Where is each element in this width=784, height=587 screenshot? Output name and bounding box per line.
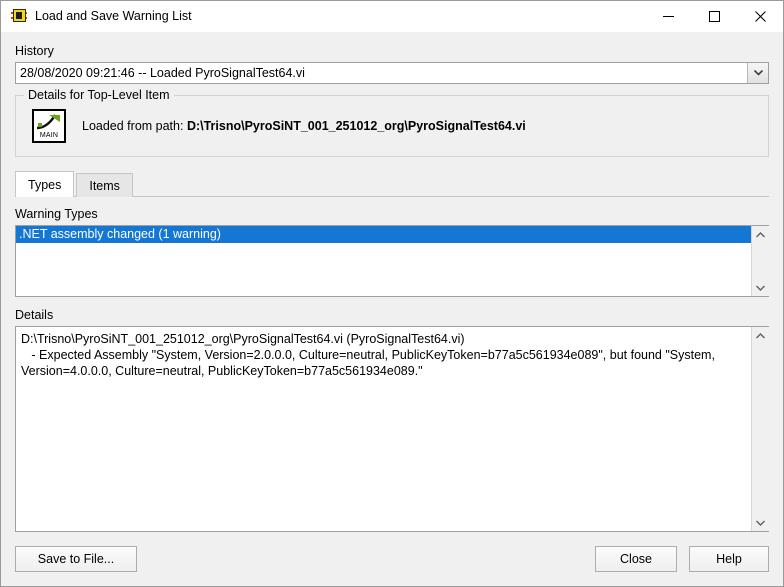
minimize-icon bbox=[662, 15, 674, 17]
loaded-from-path-value: D:\Trisno\PyroSiNT_001_251012_org\PyroSi… bbox=[186, 119, 526, 133]
scroll-up-button[interactable] bbox=[751, 327, 769, 344]
scroll-down-button[interactable] bbox=[751, 279, 769, 296]
tabs-section: Types Items bbox=[15, 171, 769, 197]
warning-types-label: Warning Types bbox=[15, 207, 98, 221]
dialog-window: Load and Save Warning List History 28/08… bbox=[0, 0, 784, 587]
tab-items[interactable]: Items bbox=[76, 173, 133, 197]
warning-types-scrollbar[interactable] bbox=[751, 226, 769, 296]
vi-graph-icon bbox=[36, 114, 60, 130]
warning-types-items: .NET assembly changed (1 warning) bbox=[16, 226, 751, 296]
details-label: Details bbox=[15, 308, 54, 322]
chevron-down-icon bbox=[755, 285, 765, 291]
chevron-down-icon bbox=[753, 70, 763, 76]
tab-types-label: Types bbox=[28, 177, 62, 192]
close-dialog-button[interactable]: Close bbox=[595, 546, 677, 572]
vi-icon-caption: MAIN bbox=[39, 132, 59, 139]
warning-types-listbox[interactable]: .NET assembly changed (1 warning) bbox=[15, 225, 769, 297]
window-controls bbox=[645, 1, 783, 31]
details-scrollbar[interactable] bbox=[751, 327, 769, 531]
scroll-down-button[interactable] bbox=[751, 514, 769, 531]
tab-panel-types: Warning Types .NET assembly changed (1 w… bbox=[15, 196, 769, 532]
tabstrip: Types Items bbox=[15, 171, 769, 197]
dialog-body: History 28/08/2020 09:21:46 -- Loaded Py… bbox=[1, 32, 783, 532]
chevron-up-icon bbox=[755, 231, 765, 237]
list-item[interactable]: .NET assembly changed (1 warning) bbox=[16, 226, 751, 243]
details-text: D:\Trisno\PyroSiNT_001_251012_org\PyroSi… bbox=[21, 332, 715, 378]
labview-vi-icon bbox=[11, 8, 27, 24]
maximize-button[interactable] bbox=[691, 1, 737, 31]
history-section: History 28/08/2020 09:21:46 -- Loaded Py… bbox=[15, 44, 769, 84]
history-dropdown-button[interactable] bbox=[747, 63, 768, 83]
save-to-file-button[interactable]: Save to File... bbox=[15, 546, 137, 572]
vi-thumbnail-icon: MAIN bbox=[32, 109, 66, 143]
details-textbox[interactable]: D:\Trisno\PyroSiNT_001_251012_org\PyroSi… bbox=[15, 326, 769, 532]
help-button[interactable]: Help bbox=[689, 546, 769, 572]
loaded-from-path: Loaded from path: D:\Trisno\PyroSiNT_001… bbox=[82, 119, 526, 133]
scroll-track[interactable] bbox=[751, 344, 769, 514]
minimize-button[interactable] bbox=[645, 1, 691, 31]
history-combobox[interactable]: 28/08/2020 09:21:46 -- Loaded PyroSignal… bbox=[15, 62, 769, 84]
history-value: 28/08/2020 09:21:46 -- Loaded PyroSignal… bbox=[20, 66, 305, 80]
top-level-group-title: Details for Top-Level Item bbox=[24, 88, 174, 102]
maximize-icon bbox=[708, 10, 720, 22]
close-button[interactable] bbox=[737, 1, 783, 31]
top-level-item-group: Details for Top-Level Item MAIN Loaded f… bbox=[15, 88, 769, 157]
loaded-from-path-prefix: Loaded from path: bbox=[82, 119, 187, 133]
titlebar: Load and Save Warning List bbox=[1, 1, 783, 32]
tab-types[interactable]: Types bbox=[15, 171, 75, 197]
dialog-footer: Save to File... Close Help bbox=[1, 532, 783, 586]
chevron-up-icon bbox=[755, 332, 765, 338]
history-label: History bbox=[15, 44, 54, 58]
chevron-down-icon bbox=[755, 520, 765, 526]
scroll-track[interactable] bbox=[751, 243, 769, 279]
scroll-up-button[interactable] bbox=[751, 226, 769, 243]
window-title: Load and Save Warning List bbox=[35, 9, 192, 23]
tab-items-label: Items bbox=[89, 178, 120, 193]
close-icon bbox=[754, 10, 766, 22]
